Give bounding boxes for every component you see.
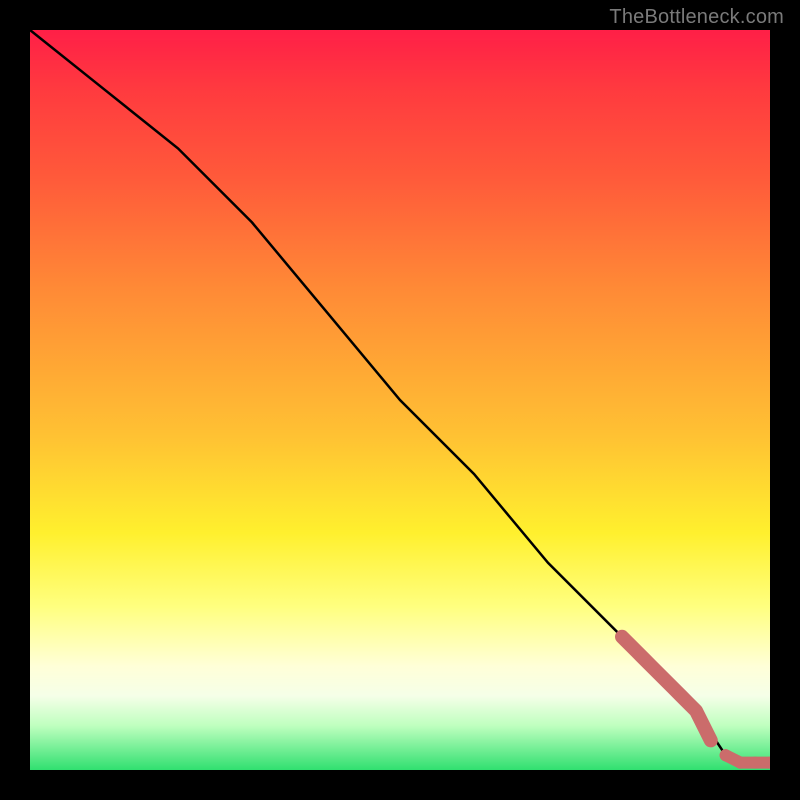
highlight-dot: [705, 734, 717, 746]
highlight-dot: [720, 749, 732, 761]
attribution-label: TheBottleneck.com: [609, 6, 784, 29]
curve-line: [30, 30, 770, 763]
plot-area: [30, 30, 770, 770]
chart-overlay: [30, 30, 770, 770]
chart-frame: TheBottleneck.com: [0, 0, 800, 800]
highlight-dot: [749, 757, 761, 769]
highlight-tail: [726, 755, 770, 762]
highlight-dot: [734, 757, 746, 769]
highlight-segment: [622, 637, 711, 741]
highlight-dot: [764, 757, 770, 769]
